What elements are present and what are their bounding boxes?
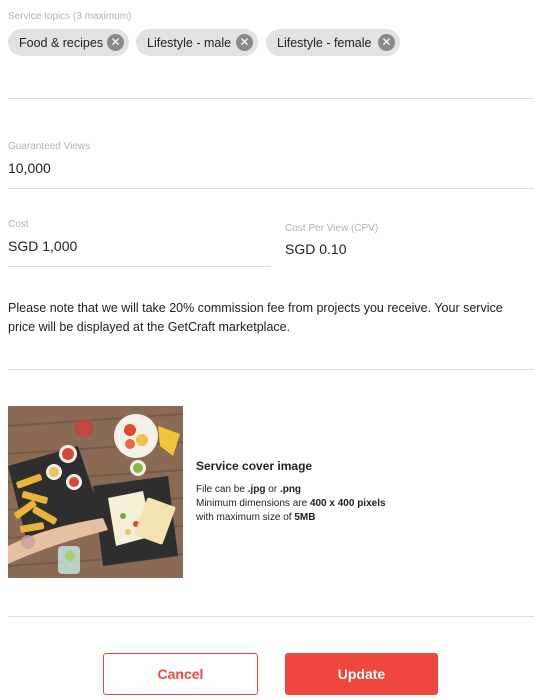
update-button[interactable]: Update bbox=[285, 653, 438, 695]
cost-label: Cost bbox=[8, 219, 29, 230]
divider bbox=[8, 98, 534, 99]
divider bbox=[8, 616, 534, 617]
cover-title: Service cover image bbox=[196, 459, 313, 473]
cover-size-line: with maximum size of 5MB bbox=[196, 512, 316, 523]
topic-chip-label: Lifestyle - female bbox=[277, 35, 372, 50]
cost-underline bbox=[8, 266, 271, 267]
topics-label: Service topics (3 maximum) bbox=[8, 11, 132, 22]
topic-chip-label: Lifestyle - male bbox=[147, 35, 232, 50]
views-label: Guaranteed Views bbox=[8, 141, 91, 152]
views-underline bbox=[8, 188, 534, 189]
cover-format-line: File can be .jpg or .png bbox=[196, 484, 302, 495]
cost-input[interactable]: SGD 1,000 bbox=[8, 238, 77, 254]
topic-chip-lifestyle-male[interactable]: Lifestyle - male ✕ bbox=[136, 29, 258, 56]
cpv-label: Cost Per View (CPV) bbox=[285, 223, 379, 234]
food-photo-illustration bbox=[8, 406, 183, 578]
cpv-value: SGD 0.10 bbox=[285, 241, 347, 257]
commission-note: Please note that we will take 20% commis… bbox=[8, 301, 503, 334]
divider bbox=[8, 369, 534, 370]
topic-chip-food[interactable]: Food & recipes ✕ bbox=[8, 29, 129, 56]
topic-chip-label: Food & recipes bbox=[19, 35, 104, 50]
remove-chip-icon[interactable]: ✕ bbox=[236, 34, 253, 51]
topic-chip-lifestyle-female[interactable]: Lifestyle - female ✕ bbox=[266, 29, 400, 56]
remove-chip-icon[interactable]: ✕ bbox=[107, 34, 124, 51]
cancel-button[interactable]: Cancel bbox=[103, 653, 258, 695]
cover-dimensions-line: Minimum dimensions are 400 x 400 pixels bbox=[196, 498, 386, 509]
cover-info: Service cover image File can be .jpg or … bbox=[196, 459, 386, 525]
remove-chip-icon[interactable]: ✕ bbox=[378, 34, 395, 51]
cover-image[interactable] bbox=[8, 406, 183, 578]
views-input[interactable]: 10,000 bbox=[8, 160, 51, 176]
